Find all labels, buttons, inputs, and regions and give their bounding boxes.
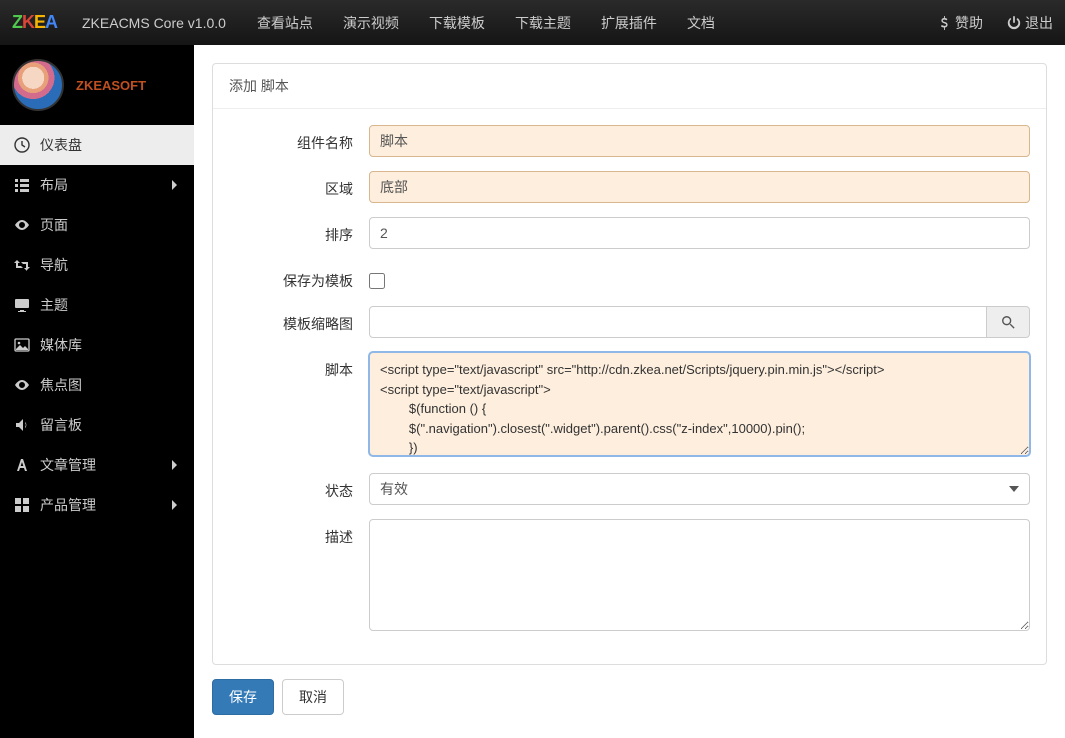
form-panel: 添加 脚本 组件名称 区域 底部 排序 [212,63,1047,665]
input-order[interactable] [369,217,1030,249]
cancel-button[interactable]: 取消 [282,679,344,715]
panel-title: 添加 脚本 [213,64,1046,109]
label-zone: 区域 [229,171,369,199]
logout-label: 退出 [1025,13,1053,33]
retweet-icon [14,257,30,273]
sidebar-item-message[interactable]: 留言板 [0,405,194,445]
textarea-description[interactable] [369,519,1030,631]
sidebar-item-product[interactable]: 产品管理 [0,485,194,525]
nav-extensions[interactable]: 扩展插件 [586,0,672,46]
select-zone[interactable]: 底部 [369,171,1030,203]
brand-z: Z [12,12,22,32]
sidebar-item-label: 留言板 [40,415,82,435]
label-order: 排序 [229,217,369,245]
user-name: ZKEASOFT [76,78,146,93]
sound-icon [14,417,30,433]
nav-download-template[interactable]: 下载模板 [414,0,500,46]
sidebar-item-label: 页面 [40,215,68,235]
logout-link[interactable]: 退出 [995,0,1065,46]
sponsor-link[interactable]: 赞助 [925,0,995,46]
chevron-right-icon [170,177,180,193]
textarea-script[interactable] [369,352,1030,456]
display-icon [14,297,30,313]
brand-logo: ZKEA [0,12,60,33]
nav-docs[interactable]: 文档 [672,0,730,46]
brand-a: A [45,12,57,32]
sidebar-item-label: 布局 [40,175,68,195]
label-description: 描述 [229,519,369,547]
avatar [12,59,64,111]
nav-demo-video[interactable]: 演示视频 [328,0,414,46]
sidebar: ZKEASOFT 仪表盘 布局 页面 导航 主题 [0,45,194,738]
label-script: 脚本 [229,352,369,380]
sidebar-item-label: 仪表盘 [40,135,82,155]
chevron-right-icon [170,497,180,513]
nav-view-site[interactable]: 查看站点 [242,0,328,46]
sidebar-item-label: 文章管理 [40,455,96,475]
label-save-as-template: 保存为模板 [229,263,369,291]
sidebar-item-label: 焦点图 [40,375,82,395]
search-icon [1001,315,1015,329]
clock-icon [14,137,30,153]
sidebar-item-layout[interactable]: 布局 [0,165,194,205]
sidebar-item-label: 导航 [40,255,68,275]
dollar-icon [937,16,951,30]
select-status[interactable]: 有效 [369,473,1030,505]
search-thumb-button[interactable] [987,306,1030,338]
nav-download-theme[interactable]: 下载主题 [500,0,586,46]
label-status: 状态 [229,473,369,501]
label-template-thumb: 模板缩略图 [229,306,369,334]
input-template-thumb[interactable] [369,306,987,338]
power-icon [1007,16,1021,30]
letter-a-icon [14,457,30,473]
image-icon [14,337,30,353]
content: 添加 脚本 组件名称 区域 底部 排序 [194,45,1065,738]
sidebar-item-dashboard[interactable]: 仪表盘 [0,125,194,165]
brand-k: K [22,12,34,32]
grid-icon [14,497,30,513]
chevron-right-icon [170,457,180,473]
sidebar-item-page[interactable]: 页面 [0,205,194,245]
sidebar-item-navigation[interactable]: 导航 [0,245,194,285]
sponsor-label: 赞助 [955,13,983,33]
product-name: ZKEACMS Core v1.0.0 [82,15,226,31]
sidebar-item-media[interactable]: 媒体库 [0,325,194,365]
top-right: 赞助 退出 [925,0,1065,46]
save-button[interactable]: 保存 [212,679,274,715]
sidebar-item-label: 媒体库 [40,335,82,355]
footer-actions: 保存 取消 [212,665,1047,719]
label-component-name: 组件名称 [229,125,369,153]
sidebar-item-article[interactable]: 文章管理 [0,445,194,485]
eye-icon [14,377,30,393]
side-nav: 仪表盘 布局 页面 导航 主题 媒体库 [0,125,194,525]
input-component-name[interactable] [369,125,1030,157]
brand-e: E [34,12,45,32]
checkbox-save-as-template[interactable] [369,273,385,289]
sidebar-item-label: 产品管理 [40,495,96,515]
sidebar-item-theme[interactable]: 主题 [0,285,194,325]
sidebar-item-slider[interactable]: 焦点图 [0,365,194,405]
topbar: ZKEA ZKEACMS Core v1.0.0 查看站点 演示视频 下载模板 … [0,0,1065,45]
user-block: ZKEASOFT [0,45,194,125]
sidebar-item-label: 主题 [40,295,68,315]
eye-icon [14,217,30,233]
list-icon [14,177,30,193]
top-nav: 查看站点 演示视频 下载模板 下载主题 扩展插件 文档 [242,0,730,46]
